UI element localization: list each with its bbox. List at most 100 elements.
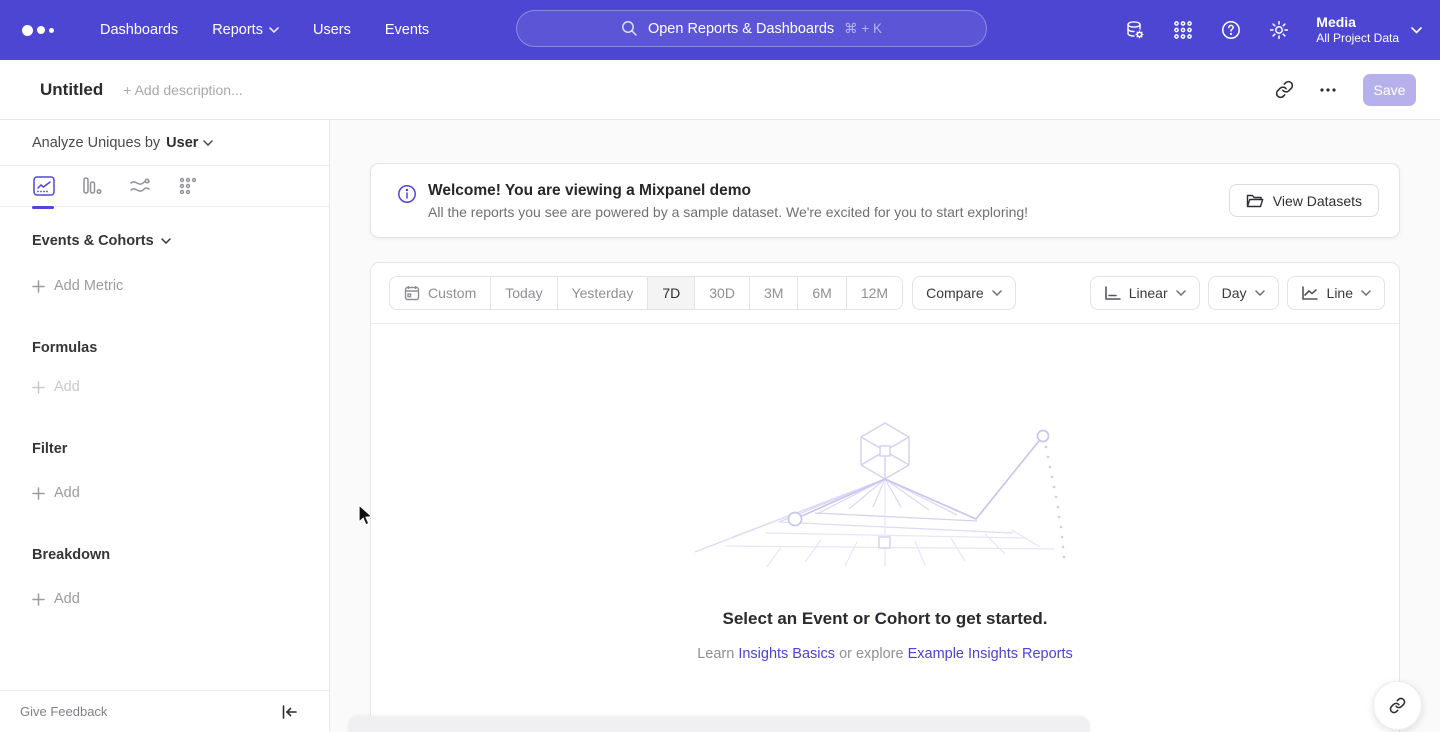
view-datasets-button[interactable]: View Datasets bbox=[1229, 184, 1379, 217]
chevron-down-icon bbox=[1411, 27, 1422, 34]
date-range-today[interactable]: Today bbox=[491, 277, 557, 309]
compare-dropdown[interactable]: Compare bbox=[912, 276, 1016, 310]
add-filter-button[interactable]: Add bbox=[32, 485, 329, 501]
analyze-entity-dropdown[interactable]: User bbox=[166, 135, 213, 151]
bottom-panel-edge[interactable] bbox=[348, 716, 1090, 732]
date-range-30d-label: 30D bbox=[709, 285, 735, 301]
date-range-yesterday-label: Yesterday bbox=[572, 285, 634, 301]
apps-grid-icon[interactable] bbox=[1172, 19, 1194, 41]
project-switcher[interactable]: Media All Project Data bbox=[1316, 14, 1422, 47]
collapse-sidebar-button[interactable] bbox=[282, 705, 297, 719]
date-range-7d[interactable]: 7D bbox=[648, 277, 695, 309]
copy-link-button[interactable] bbox=[1267, 73, 1301, 107]
query-builder-sidebar: Analyze Uniques by User bbox=[0, 120, 330, 732]
more-options-button[interactable] bbox=[1311, 73, 1345, 107]
chevron-down-icon bbox=[269, 27, 279, 33]
breakdown-label: Breakdown bbox=[32, 547, 110, 563]
date-range-30d[interactable]: 30D bbox=[695, 277, 750, 309]
middle-text: or explore bbox=[839, 646, 903, 662]
date-range-7d-label: 7D bbox=[662, 285, 680, 301]
chart-type-label: Line bbox=[1327, 285, 1353, 301]
view-datasets-label: View Datasets bbox=[1273, 193, 1362, 209]
analyze-entity-value: User bbox=[166, 135, 198, 151]
settings-gear-icon[interactable] bbox=[1268, 19, 1290, 41]
project-scope: All Project Data bbox=[1316, 31, 1399, 46]
nav-reports-label: Reports bbox=[212, 22, 263, 38]
project-name: Media bbox=[1316, 14, 1399, 32]
add-breakdown-button[interactable]: Add bbox=[32, 591, 329, 607]
demo-banner: Welcome! You are viewing a Mixpanel demo… bbox=[370, 163, 1400, 238]
metrics-grid-tab-icon bbox=[178, 176, 198, 196]
mixpanel-logo[interactable] bbox=[22, 25, 66, 36]
report-canvas: Welcome! You are viewing a Mixpanel demo… bbox=[330, 120, 1440, 732]
date-range-yesterday[interactable]: Yesterday bbox=[558, 277, 649, 309]
date-range-6m[interactable]: 6M bbox=[798, 277, 846, 309]
nav-dashboards[interactable]: Dashboards bbox=[100, 22, 178, 38]
add-filter-label: Add bbox=[54, 485, 80, 501]
filter-label: Filter bbox=[32, 441, 67, 457]
example-reports-link[interactable]: Example Insights Reports bbox=[908, 646, 1073, 662]
nav-users-label: Users bbox=[313, 22, 351, 38]
info-icon bbox=[397, 184, 417, 204]
date-range-custom[interactable]: Custom bbox=[390, 277, 491, 309]
formulas-label: Formulas bbox=[32, 340, 97, 356]
date-range-3m[interactable]: 3M bbox=[750, 277, 798, 309]
chevron-down-icon bbox=[1176, 290, 1186, 296]
nav-users[interactable]: Users bbox=[313, 22, 351, 38]
report-description-placeholder[interactable]: + Add description... bbox=[123, 82, 242, 98]
date-range-12m[interactable]: 12M bbox=[847, 277, 902, 309]
tab-flow[interactable] bbox=[128, 166, 152, 207]
date-range-custom-label: Custom bbox=[428, 285, 476, 301]
report-header: Untitled + Add description... Save bbox=[0, 60, 1440, 120]
folder-icon bbox=[1246, 193, 1264, 209]
date-range-6m-label: 6M bbox=[812, 285, 831, 301]
more-horizontal-icon bbox=[1319, 81, 1337, 99]
insights-chart-card: Custom Today Yesterday 7D 30D 3M 6M 12M … bbox=[370, 262, 1400, 732]
plus-icon bbox=[32, 381, 45, 394]
nav-events[interactable]: Events bbox=[385, 22, 429, 38]
empty-state: Select an Event or Cohort to get started… bbox=[371, 325, 1399, 662]
line-chart-tab-icon bbox=[33, 176, 55, 196]
data-management-icon[interactable] bbox=[1124, 19, 1146, 41]
tab-bar-chart[interactable] bbox=[80, 166, 104, 207]
events-cohorts-label: Events & Cohorts bbox=[32, 233, 154, 249]
analysis-tabs bbox=[0, 166, 329, 207]
help-icon[interactable] bbox=[1220, 19, 1242, 41]
add-formula-button[interactable]: Add bbox=[32, 379, 329, 395]
tab-insights-line[interactable] bbox=[32, 166, 56, 207]
share-link-fab[interactable] bbox=[1373, 681, 1422, 730]
interval-label: Day bbox=[1222, 285, 1247, 301]
primary-nav: Dashboards Reports Users Events bbox=[100, 22, 429, 38]
banner-subtitle: All the reports you see are powered by a… bbox=[428, 204, 1229, 220]
nav-reports[interactable]: Reports bbox=[212, 22, 279, 38]
tab-metrics-grid[interactable] bbox=[176, 166, 200, 207]
nav-dashboards-label: Dashboards bbox=[100, 22, 178, 38]
search-shortcut: ⌘ + K bbox=[844, 21, 882, 37]
add-breakdown-label: Add bbox=[54, 591, 80, 607]
analyze-uniques-row: Analyze Uniques by User bbox=[0, 120, 329, 166]
empty-state-heading: Select an Event or Cohort to get started… bbox=[371, 609, 1399, 629]
report-title[interactable]: Untitled bbox=[40, 80, 103, 100]
give-feedback-link[interactable]: Give Feedback bbox=[20, 704, 107, 719]
filter-header: Filter bbox=[32, 441, 329, 457]
global-search-input[interactable]: Open Reports & Dashboards ⌘ + K bbox=[516, 10, 987, 47]
add-metric-button[interactable]: Add Metric bbox=[32, 278, 329, 294]
insights-basics-link[interactable]: Insights Basics bbox=[738, 646, 835, 662]
chevron-down-icon bbox=[992, 290, 1002, 296]
chevron-down-icon bbox=[161, 238, 171, 244]
search-placeholder: Open Reports & Dashboards bbox=[648, 21, 834, 37]
scale-dropdown[interactable]: Linear bbox=[1090, 276, 1200, 310]
bar-chart-tab-icon bbox=[81, 176, 103, 196]
analyze-label: Analyze Uniques by bbox=[32, 135, 160, 151]
save-button[interactable]: Save bbox=[1363, 74, 1416, 106]
add-metric-label: Add Metric bbox=[54, 278, 123, 294]
date-range-12m-label: 12M bbox=[861, 285, 888, 301]
learn-prefix: Learn bbox=[697, 646, 734, 662]
nav-events-label: Events bbox=[385, 22, 429, 38]
nav-right-cluster: Media All Project Data bbox=[1124, 0, 1422, 60]
interval-dropdown[interactable]: Day bbox=[1208, 276, 1279, 310]
events-cohorts-header[interactable]: Events & Cohorts bbox=[32, 233, 329, 249]
add-formula-label: Add bbox=[54, 379, 80, 395]
chevron-down-icon bbox=[203, 140, 213, 146]
chart-type-dropdown[interactable]: Line bbox=[1287, 276, 1385, 310]
